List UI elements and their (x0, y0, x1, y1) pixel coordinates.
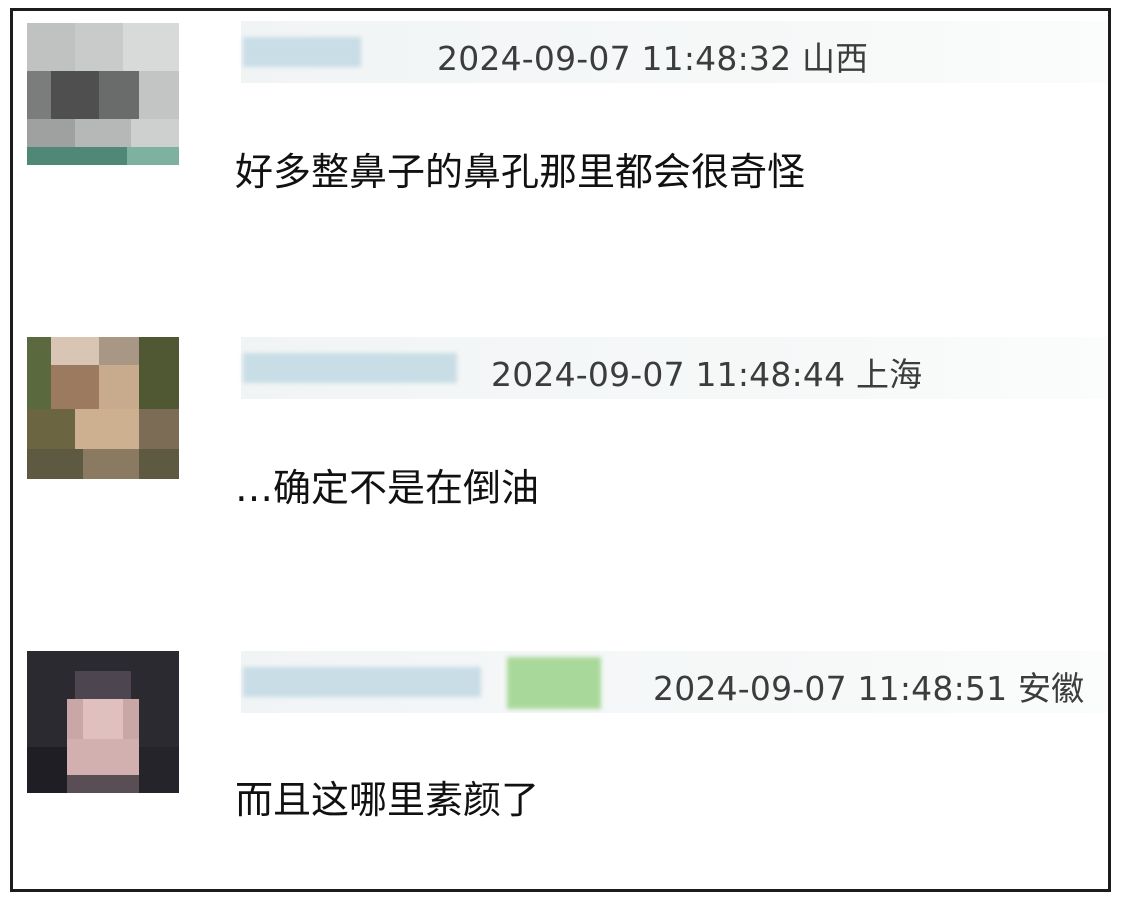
comment-text: …确定不是在倒油 (235, 466, 540, 510)
comment-meta: 2024-09-07 11:48:32 山西 (437, 32, 868, 80)
user-badge-blurred (507, 657, 601, 709)
comment-meta: 2024-09-07 11:48:51 安徽 (653, 662, 1084, 710)
user-avatar-icon[interactable] (27, 23, 179, 165)
username-blurred[interactable] (243, 667, 481, 697)
comment-location: 安徽 (1017, 669, 1085, 708)
comment-text: 而且这哪里素颜了 (235, 778, 540, 822)
comment-header: 2024-09-07 11:48:32 山西 (241, 21, 1108, 83)
comment-header: 2024-09-07 11:48:44 上海 (241, 337, 1108, 399)
comment-timestamp: 2024-09-07 11:48:44 (491, 355, 846, 394)
comment-location: 上海 (855, 355, 923, 394)
user-avatar-icon[interactable] (27, 337, 179, 479)
user-avatar-icon[interactable] (27, 651, 179, 793)
username-blurred[interactable] (243, 353, 457, 383)
comment-timestamp: 2024-09-07 11:48:32 (437, 39, 792, 78)
comment-text: 好多整鼻子的鼻孔那里都会很奇怪 (235, 150, 806, 194)
comment-location: 山西 (801, 39, 869, 78)
comment-meta: 2024-09-07 11:48:44 上海 (491, 348, 922, 396)
comment-list: 2024-09-07 11:48:32 山西 好多整鼻子的鼻孔那里都会很奇怪 2… (10, 8, 1111, 892)
username-blurred[interactable] (243, 37, 361, 67)
comment-timestamp: 2024-09-07 11:48:51 (653, 669, 1008, 708)
comment-header: 2024-09-07 11:48:51 安徽 (241, 651, 1108, 713)
